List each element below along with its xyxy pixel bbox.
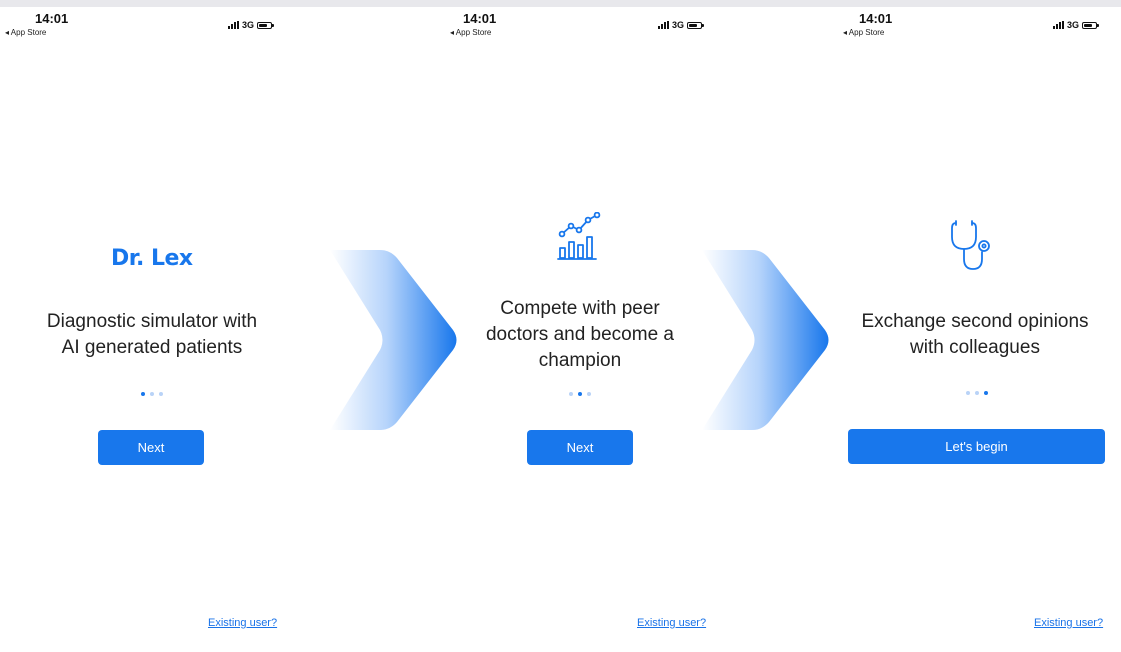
- network-type: 3G: [672, 20, 685, 30]
- flow-arrow-icon: [330, 250, 457, 430]
- headline-line: Exchange second opinions: [861, 311, 1089, 332]
- headline-line: Compete with peer: [500, 298, 660, 319]
- onboarding-headline: Compete with peer doctors and become a c…: [445, 296, 715, 374]
- headline-line: doctors and become a: [485, 324, 674, 345]
- signal-bars-icon: [228, 21, 239, 29]
- chart-growth-icon: [557, 212, 601, 260]
- stethoscope-icon: [951, 220, 990, 270]
- existing-user-link[interactable]: Existing user?: [1034, 617, 1103, 629]
- onboarding-screen-1: 14:01 ◂ App Store 3G Dr. Lex Diagnostic …: [0, 7, 330, 652]
- page-dot-active: [984, 391, 988, 395]
- page-dot: [569, 392, 573, 396]
- status-signal: 3G: [228, 20, 275, 30]
- page-indicator: [141, 392, 163, 396]
- page-dot-active: [141, 392, 145, 396]
- back-to-app-store[interactable]: ◂ App Store: [450, 28, 491, 37]
- battery-icon: [1082, 21, 1100, 29]
- page-dot: [975, 391, 979, 395]
- page-dot: [587, 392, 591, 396]
- onboarding-screen-2: 14:01 ◂ App Store 3G Compete with peer d…: [445, 7, 715, 652]
- page-dot: [966, 391, 970, 395]
- network-type: 3G: [242, 20, 255, 30]
- headline-line: AI generated patients: [61, 337, 243, 358]
- onboarding-screen-3: 14:01 ◂ App Store 3G Exchange second opi…: [800, 7, 1121, 652]
- back-to-app-store[interactable]: ◂ App Store: [843, 28, 884, 37]
- onboarding-headline: Diagnostic simulator with AI generated p…: [0, 309, 304, 361]
- lets-begin-button[interactable]: Let's begin: [848, 429, 1105, 464]
- next-button[interactable]: Next: [98, 430, 204, 465]
- page-indicator: [966, 391, 988, 395]
- back-to-app-store[interactable]: ◂ App Store: [5, 28, 46, 37]
- network-type: 3G: [1067, 20, 1080, 30]
- headline-line: champion: [538, 350, 622, 371]
- page-indicator: [569, 392, 591, 396]
- app-logo: Dr. Lex: [111, 246, 193, 271]
- headline-line: Diagnostic simulator with: [46, 311, 258, 332]
- page-dot: [159, 392, 163, 396]
- status-time: 14:01: [859, 11, 893, 26]
- top-edge-band: [0, 0, 1121, 7]
- battery-icon: [257, 21, 275, 29]
- onboarding-headline: Exchange second opinions with colleagues: [845, 309, 1105, 361]
- status-signal: 3G: [1053, 20, 1100, 30]
- page-dot: [150, 392, 154, 396]
- signal-bars-icon: [1053, 21, 1064, 29]
- page-dot-active: [578, 392, 582, 396]
- next-button[interactable]: Next: [527, 430, 633, 465]
- signal-bars-icon: [658, 21, 669, 29]
- existing-user-link[interactable]: Existing user?: [637, 617, 706, 629]
- status-time: 14:01: [463, 11, 497, 26]
- status-time: 14:01: [35, 11, 69, 26]
- headline-line: with colleagues: [910, 337, 1040, 358]
- existing-user-link[interactable]: Existing user?: [208, 617, 277, 629]
- status-signal: 3G: [658, 20, 705, 30]
- battery-icon: [687, 21, 705, 29]
